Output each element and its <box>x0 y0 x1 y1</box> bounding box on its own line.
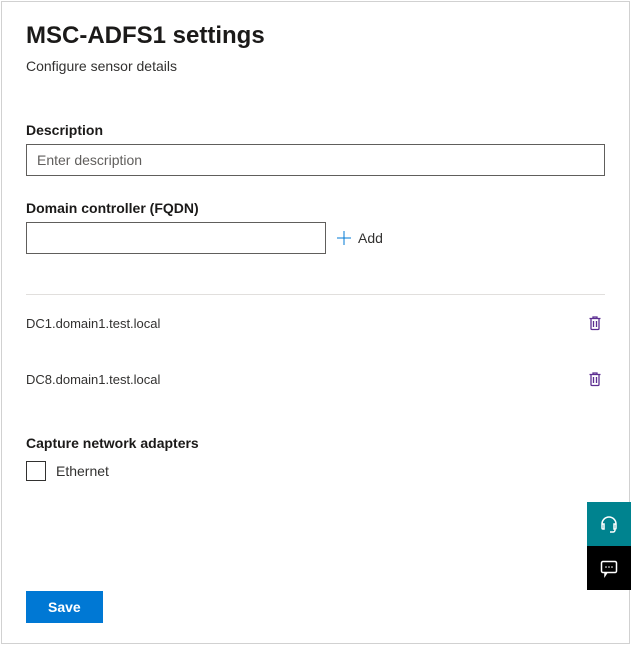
add-button-label: Add <box>358 230 383 246</box>
trash-icon <box>587 371 603 387</box>
headset-icon <box>599 514 619 534</box>
adapter-label: Ethernet <box>56 463 109 479</box>
delete-button[interactable] <box>585 369 605 389</box>
dc-name: DC8.domain1.test.local <box>26 372 160 387</box>
fqdn-field-group: Domain controller (FQDN) Add <box>26 200 605 254</box>
settings-panel: MSC-ADFS1 settings Configure sensor deta… <box>1 1 630 644</box>
add-button[interactable]: Add <box>336 230 383 246</box>
list-item: DC8.domain1.test.local <box>26 351 605 407</box>
save-button[interactable]: Save <box>26 591 103 623</box>
page-title: MSC-ADFS1 settings <box>26 22 605 50</box>
delete-button[interactable] <box>585 313 605 333</box>
description-label: Description <box>26 122 605 138</box>
trash-icon <box>587 315 603 331</box>
page-subtitle: Configure sensor details <box>26 58 605 74</box>
chat-icon <box>599 558 619 578</box>
plus-icon <box>336 230 352 246</box>
feedback-button[interactable] <box>587 546 631 590</box>
list-item: DC1.domain1.test.local <box>26 295 605 351</box>
floating-widgets <box>587 502 631 590</box>
fqdn-input[interactable] <box>26 222 326 254</box>
adapters-label: Capture network adapters <box>26 435 605 451</box>
description-field-group: Description <box>26 122 605 176</box>
fqdn-label: Domain controller (FQDN) <box>26 200 605 216</box>
dc-list: DC1.domain1.test.local DC8.domain1.test.… <box>26 295 605 407</box>
description-input[interactable] <box>26 144 605 176</box>
adapter-checkbox[interactable] <box>26 461 46 481</box>
dc-name: DC1.domain1.test.local <box>26 316 160 331</box>
support-button[interactable] <box>587 502 631 546</box>
adapters-section: Capture network adapters Ethernet <box>26 435 605 481</box>
adapter-item: Ethernet <box>26 461 605 481</box>
